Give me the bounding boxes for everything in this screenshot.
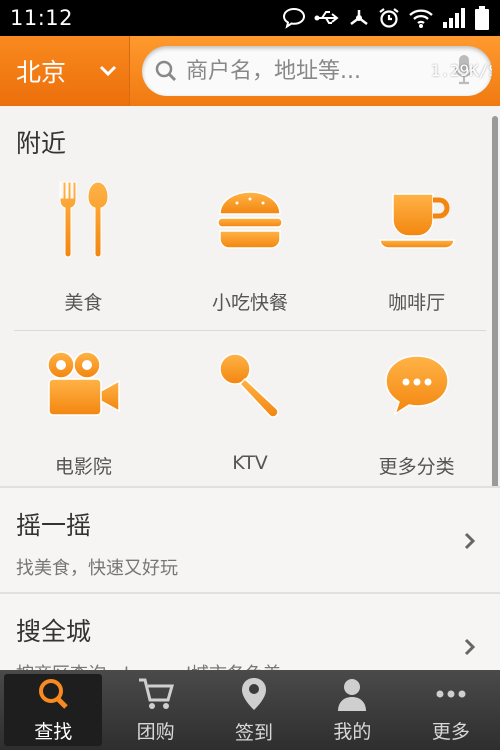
location-pin-icon <box>242 677 267 710</box>
category-label: 小吃快餐 <box>212 292 289 314</box>
tab-label: 签到 <box>235 721 274 744</box>
category-label: 电影院 <box>54 456 112 478</box>
category-ktv[interactable]: KTV <box>167 338 334 498</box>
header: 北京 1.29K/S <box>0 36 500 106</box>
movie-camera-icon <box>47 351 121 416</box>
alarm-icon <box>379 8 399 28</box>
category-more[interactable]: 更多分类 <box>333 338 500 498</box>
search-icon <box>155 60 177 82</box>
tab-label: 团购 <box>136 720 175 743</box>
city-search-title: 搜全城 <box>16 617 92 646</box>
city-name: 北京 <box>16 58 67 87</box>
microphone-icon <box>219 353 279 418</box>
category-cafe[interactable]: 咖啡厅 <box>333 174 500 334</box>
battery-icon <box>475 6 489 30</box>
tab-label: 更多 <box>431 720 470 743</box>
row-divider <box>14 330 486 331</box>
chevron-right-icon <box>464 638 476 656</box>
usb-icon <box>314 11 339 24</box>
cart-icon <box>138 678 174 709</box>
search-box[interactable]: 1.29K/S <box>142 46 492 96</box>
chat-bubble-icon <box>282 7 306 29</box>
net-speed: 1.29K/S <box>430 61 492 80</box>
chevron-right-icon <box>464 532 476 550</box>
category-label: KTV <box>232 452 268 474</box>
tab-label: 查找 <box>34 720 73 743</box>
tab-groupbuy[interactable]: 团购 <box>106 670 204 750</box>
category-label: 美食 <box>64 292 103 314</box>
tab-bar: 查找 团购 签到 我的 更多 <box>0 670 500 750</box>
burger-icon <box>217 191 283 249</box>
more-bubble-icon <box>384 355 449 416</box>
tab-checkin[interactable]: 签到 <box>205 670 303 750</box>
wifi-icon <box>409 9 433 28</box>
category-row: 美食 小吃快餐 咖啡厅 <box>0 174 500 334</box>
category-row: 电影院 KTV 更多分类 <box>0 338 500 498</box>
category-label: 更多分类 <box>378 456 455 478</box>
category-food[interactable]: 美食 <box>0 174 167 334</box>
shake-title: 摇一摇 <box>16 511 92 540</box>
status-time: 11:12 <box>10 6 74 30</box>
category-snack[interactable]: 小吃快餐 <box>167 174 334 334</box>
shake-entry[interactable]: 摇一摇 找美食，快速又好玩 <box>0 488 500 592</box>
shake-subtitle: 找美食，快速又好玩 <box>16 558 178 579</box>
city-selector[interactable]: 北京 <box>0 36 130 106</box>
tab-label: 我的 <box>333 720 372 743</box>
content: 附近 美食 小吃快餐 咖啡厅 电影院 KTV 更多分类 摇一摇 找美食，快速又好… <box>0 106 500 670</box>
signal-icon <box>443 8 465 28</box>
more-dots-icon <box>436 690 466 697</box>
tab-mine[interactable]: 我的 <box>303 670 401 750</box>
category-label: 咖啡厅 <box>388 292 446 314</box>
tab-more[interactable]: 更多 <box>402 670 500 750</box>
tab-search[interactable]: 查找 <box>4 674 103 746</box>
fork-spoon-icon <box>59 181 109 258</box>
status-bar: 11:12 <box>0 0 500 36</box>
user-icon <box>338 678 367 711</box>
chevron-down-icon <box>99 65 117 77</box>
coffee-cup-icon <box>378 193 455 249</box>
search-input[interactable] <box>186 58 436 84</box>
nearby-title: 附近 <box>16 129 67 158</box>
city-search-entry[interactable]: 搜全城 按商区查询，beyond城市各色美... <box>0 594 500 670</box>
category-cinema[interactable]: 电影院 <box>0 338 167 498</box>
search-icon <box>39 678 68 709</box>
status-icons <box>282 6 490 30</box>
city-search-subtitle: 按商区查询，beyond城市各色美... <box>16 660 298 670</box>
share-node-icon <box>350 10 368 25</box>
